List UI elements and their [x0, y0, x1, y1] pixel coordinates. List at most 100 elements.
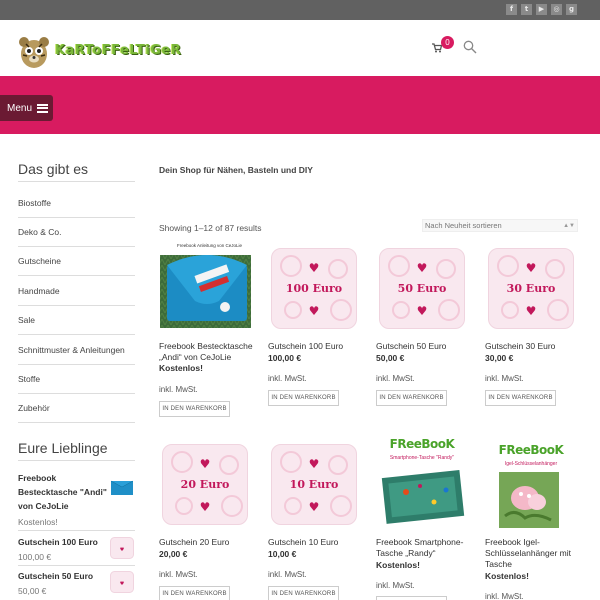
product-tax-note: inkl. MwSt.: [159, 385, 198, 394]
top-social-bar: f t ▶ ◎ g: [0, 0, 600, 20]
category-link[interactable]: Stoffe: [18, 374, 40, 384]
product-image[interactable]: ♥ 20 Euro ♥: [159, 441, 251, 528]
svg-text:♥: ♥: [120, 581, 125, 587]
freebook-subtitle: Igel-Schlüsselanhänger: [504, 461, 558, 467]
category-link[interactable]: Zubehör: [18, 403, 50, 413]
category-link[interactable]: Schnittmuster & Anleitungen: [18, 345, 125, 355]
divider: [18, 530, 135, 531]
product-title[interactable]: Gutschein 50 Euro: [376, 341, 476, 352]
product-image[interactable]: FReeBooK Igel-Schlüsselanhänger: [485, 443, 577, 530]
site-header: KaRToFFeLTiGeR 0: [0, 20, 600, 76]
divider: [18, 364, 135, 365]
divider: [18, 305, 135, 306]
divider: [18, 246, 135, 247]
heart-icon: ♥: [525, 304, 537, 318]
product-price: 10,00 €: [268, 549, 297, 559]
product-price: 100,00 €: [268, 353, 302, 363]
freebook-logo: FReeBooK: [389, 437, 455, 451]
google-plus-icon[interactable]: g: [566, 4, 577, 15]
product-price: 30,00 €: [485, 353, 514, 363]
search-icon[interactable]: [463, 40, 477, 54]
favorite-price: Kostenlos!: [18, 517, 58, 527]
sidebar-heading-categories: Das gibt es: [18, 161, 89, 177]
menu-button[interactable]: Menu: [0, 95, 53, 121]
sort-select[interactable]: Nach Neuheit sortieren ▲▼: [422, 219, 578, 232]
product-title[interactable]: Freebook Bestecktasche „Andi“ von CeJoLi…: [159, 341, 259, 363]
twitter-icon[interactable]: t: [521, 4, 532, 15]
heart-icon: ♥: [416, 261, 428, 275]
product-price: 50,00 €: [376, 353, 405, 363]
favorite-thumbnail[interactable]: [110, 476, 134, 498]
category-link[interactable]: Deko & Co.: [18, 227, 61, 237]
heart-icon: ♥: [199, 500, 211, 514]
favorite-thumbnail[interactable]: ♥: [110, 537, 134, 559]
favorite-price: 50,00 €: [18, 586, 47, 596]
hero-banner: [0, 76, 600, 134]
product-image[interactable]: ♥ 100 Euro ♥: [268, 245, 360, 332]
add-to-cart-button[interactable]: IN DEN WARENKORB: [485, 390, 556, 406]
heart-icon: ♥: [525, 261, 537, 275]
favorite-title[interactable]: Gutschein 50 Euro: [18, 569, 93, 583]
shop-intro: Dein Shop für Nähen, Basteln und DIY: [159, 165, 313, 175]
voucher-amount: 50 Euro: [397, 282, 447, 295]
heart-icon: ♥: [308, 261, 320, 275]
divider: [18, 460, 135, 461]
instagram-icon[interactable]: ◎: [551, 4, 562, 15]
product-tax-note: inkl. MwSt.: [268, 570, 307, 579]
product-tax-note: inkl. MwSt.: [268, 374, 307, 383]
product-price: Kostenlos!: [376, 560, 420, 570]
voucher-card: ♥ 10 Euro ♥: [271, 444, 357, 525]
sort-select-value: Nach Neuheit sortieren: [425, 221, 502, 230]
favorite-title[interactable]: Freebook Bestecktasche "Andi" von CeJoLi…: [18, 471, 108, 513]
add-to-cart-button[interactable]: IN DEN WARENKORB: [268, 390, 339, 406]
category-link[interactable]: Sale: [18, 315, 35, 325]
product-tax-note: inkl. MwSt.: [376, 581, 415, 590]
result-count: Showing 1–12 of 87 results: [159, 223, 262, 233]
youtube-icon[interactable]: ▶: [536, 4, 547, 15]
favorite-price: 100,00 €: [18, 552, 52, 562]
add-to-cart-button[interactable]: IN DEN WARENKORB: [376, 390, 447, 406]
category-link[interactable]: Biostoffe: [18, 198, 51, 208]
heart-icon: ♥: [308, 457, 320, 471]
favorite-thumbnail[interactable]: ♥: [110, 571, 134, 593]
favorite-title[interactable]: Gutschein 100 Euro: [18, 535, 98, 549]
add-to-cart-button[interactable]: IN DEN WARENKORB: [159, 401, 230, 417]
divider: [18, 275, 135, 276]
product-image[interactable]: FReeBooK Smartphone-Tasche "Randy": [376, 437, 468, 524]
divider: [18, 393, 135, 394]
product-title[interactable]: Freebook Smartphone-Tasche „Randy“: [376, 537, 476, 559]
product-title[interactable]: Gutschein 100 Euro: [268, 341, 368, 352]
freebook-subtitle: Smartphone-Tasche "Randy": [389, 455, 455, 461]
heart-icon: ♥: [199, 457, 211, 471]
facebook-icon[interactable]: f: [506, 4, 517, 15]
add-to-cart-button[interactable]: IN DEN WARENKORB: [376, 596, 447, 600]
divider: [18, 565, 135, 566]
product-price: Kostenlos!: [159, 363, 203, 373]
product-image[interactable]: ♥ 50 Euro ♥: [376, 245, 468, 332]
add-to-cart-button[interactable]: IN DEN WARENKORB: [159, 586, 230, 600]
product-tax-note: inkl. MwSt.: [159, 570, 198, 579]
category-link[interactable]: Handmade: [18, 286, 60, 296]
voucher-amount: 10 Euro: [289, 478, 339, 491]
product-image[interactable]: ♥ 30 Euro ♥: [485, 245, 577, 332]
tiger-mascot-icon: [19, 37, 49, 68]
site-logo[interactable]: KaRToFFeLTiGeR: [18, 35, 181, 69]
product-title[interactable]: Gutschein 20 Euro: [159, 537, 259, 548]
product-tax-note: inkl. MwSt.: [485, 374, 524, 383]
voucher-card: ♥ 20 Euro ♥: [162, 444, 248, 525]
product-title[interactable]: Gutschein 30 Euro: [485, 341, 585, 352]
voucher-card: ♥ 30 Euro ♥: [488, 248, 574, 329]
category-link[interactable]: Gutscheine: [18, 256, 61, 266]
product-tax-note: inkl. MwSt.: [376, 374, 415, 383]
product-image[interactable]: ♥ 10 Euro ♥: [268, 441, 360, 528]
divider: [18, 217, 135, 218]
product-price: 20,00 €: [159, 549, 188, 559]
voucher-card: ♥ 50 Euro ♥: [379, 248, 465, 329]
svg-text:♥: ♥: [120, 547, 125, 553]
logo-text: KaRToFFeLTiGeR: [55, 43, 182, 58]
menu-label: Menu: [7, 102, 33, 114]
add-to-cart-button[interactable]: IN DEN WARENKORB: [268, 586, 339, 600]
product-image[interactable]: Freebook Anleitung von CeJoLie: [159, 241, 251, 328]
product-title[interactable]: Gutschein 10 Euro: [268, 537, 368, 548]
product-title[interactable]: Freebook Igel-Schlüsselanhänger mit Tasc…: [485, 537, 585, 570]
